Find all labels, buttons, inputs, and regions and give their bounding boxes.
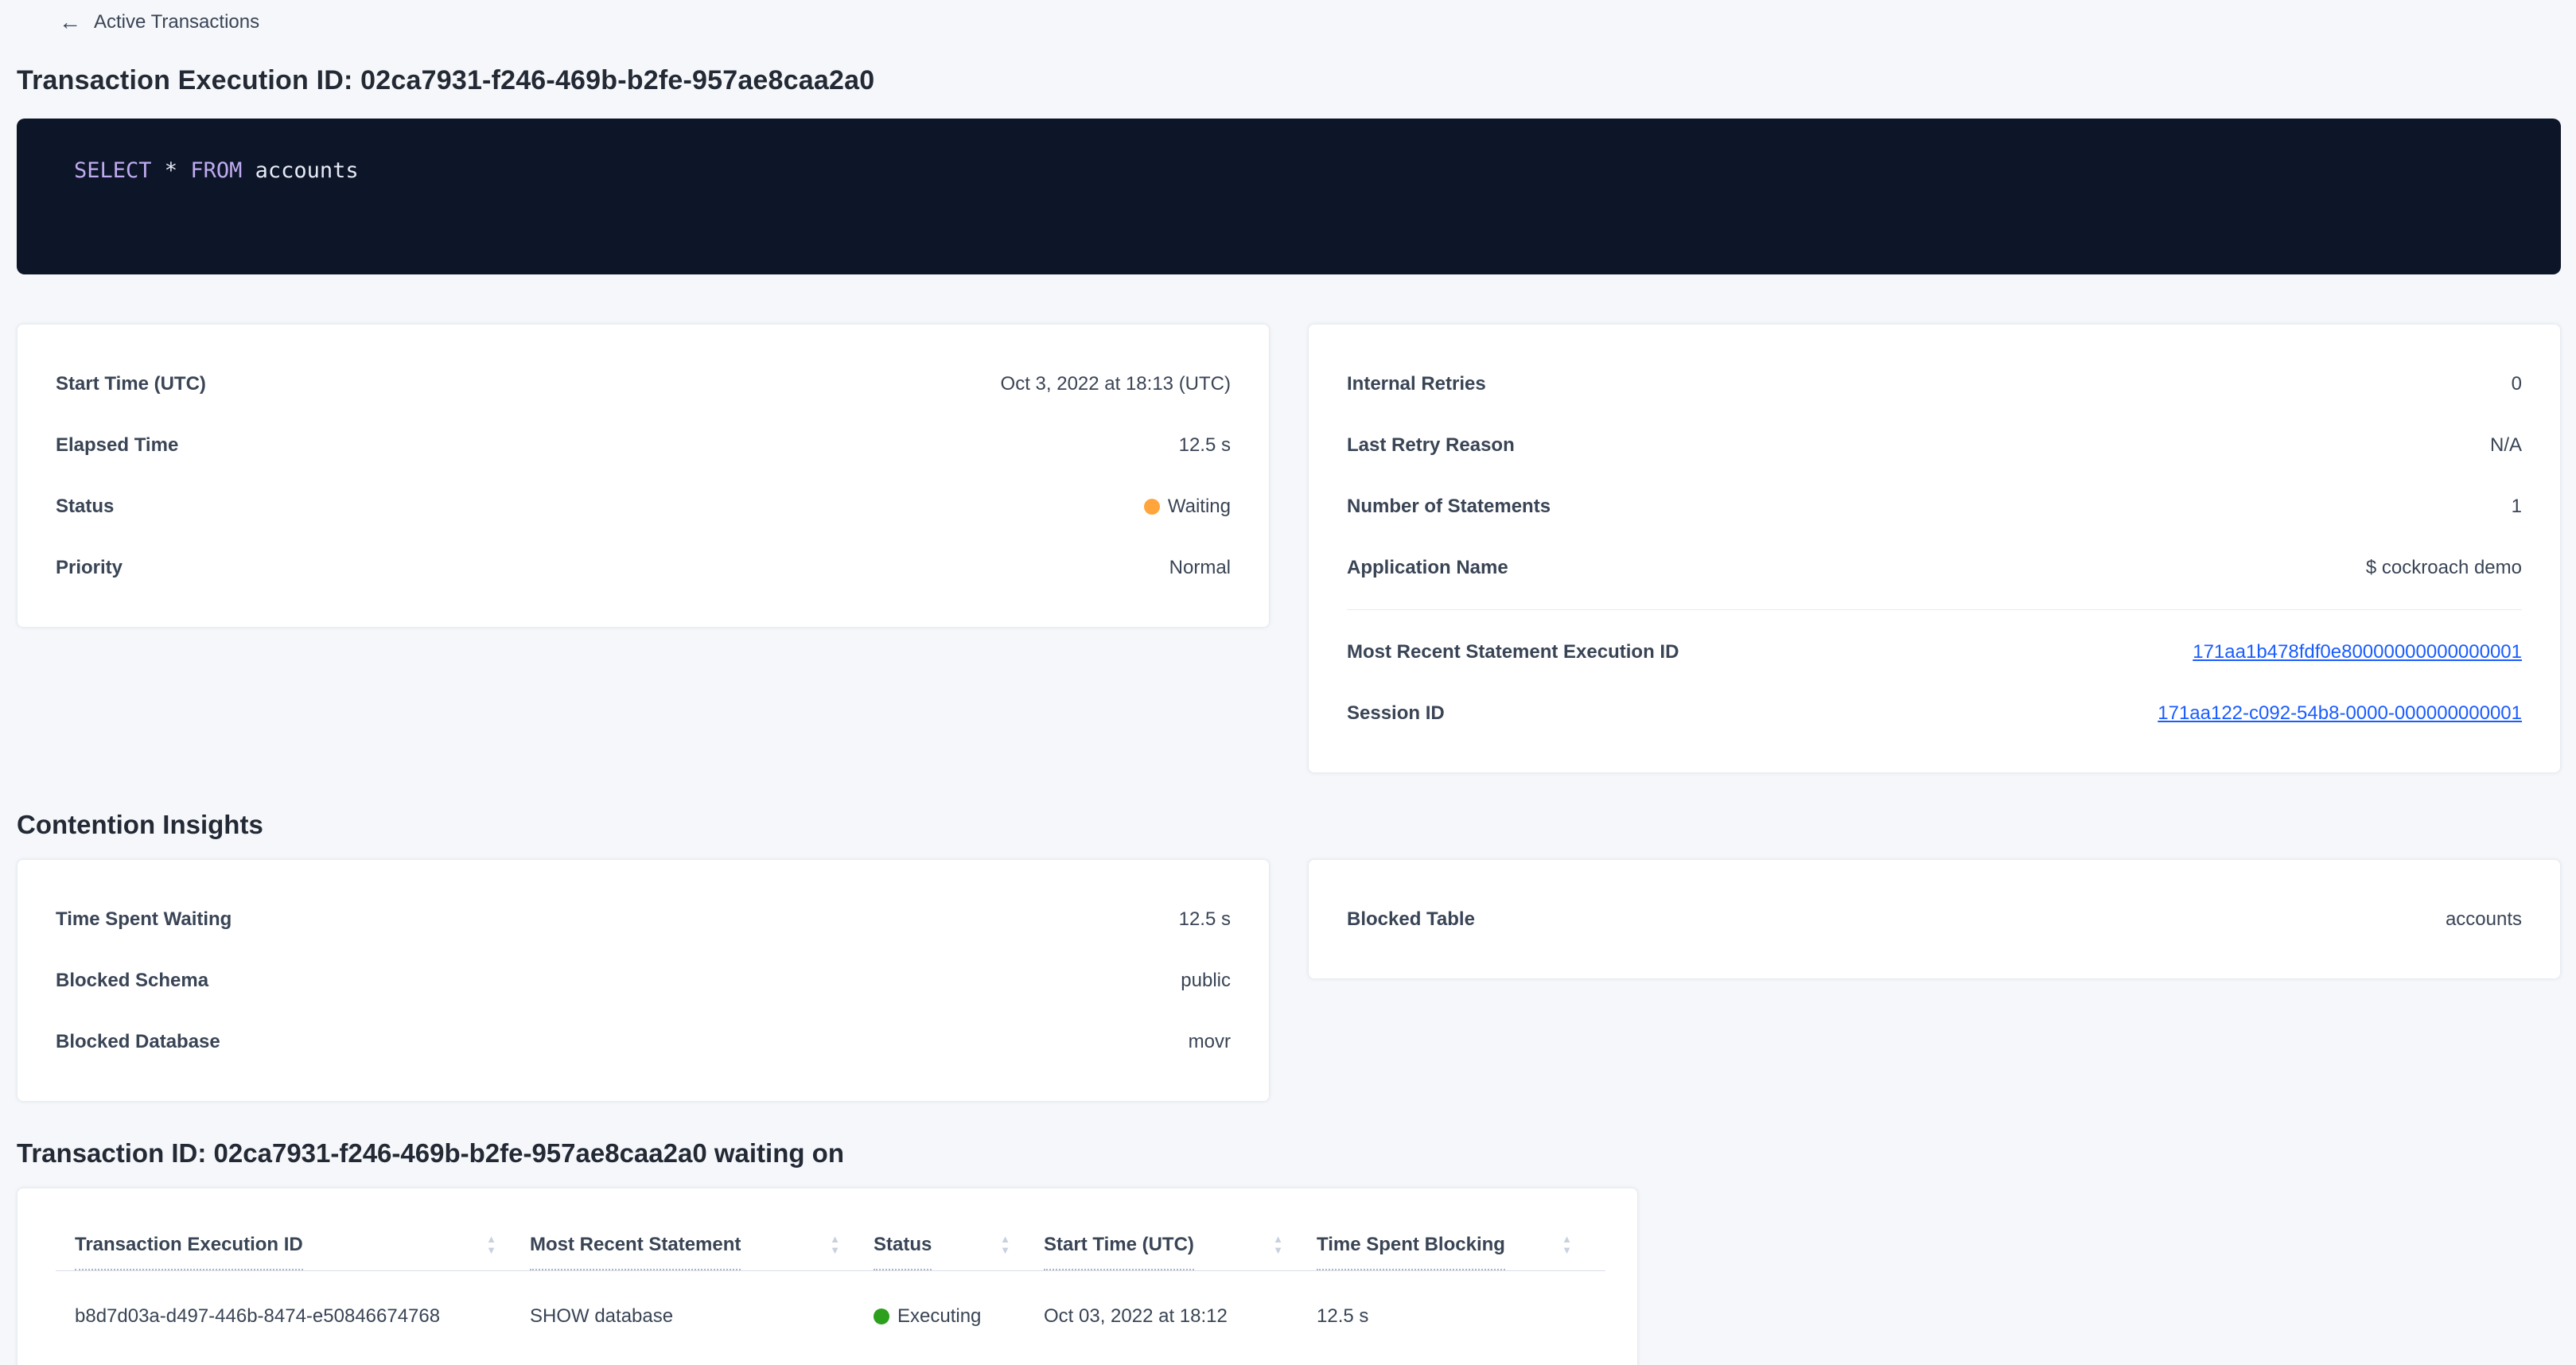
waiting-on-table-card: Transaction Execution ID ▲▼ Most Recent … bbox=[17, 1188, 1638, 1365]
column-header-start-time[interactable]: Start Time (UTC) ▲▼ bbox=[1044, 1233, 1317, 1270]
blocked-table-card: Blocked Table accounts bbox=[1308, 859, 2561, 979]
statement-execution-id-label: Most Recent Statement Execution ID bbox=[1347, 640, 1679, 663]
status-text: Waiting bbox=[1168, 495, 1231, 518]
waiting-on-table-row: b8d7d03a-d497-446b-8474-e50846674768 SHO… bbox=[56, 1271, 1605, 1365]
sort-icon[interactable]: ▲▼ bbox=[1273, 1235, 1283, 1254]
time-spent-waiting-value: 12.5 s bbox=[1179, 908, 1231, 931]
blocked-database-label: Blocked Database bbox=[56, 1030, 220, 1053]
sort-icon[interactable]: ▲▼ bbox=[830, 1235, 840, 1254]
elapsed-time-row: Elapsed Time 12.5 s bbox=[56, 414, 1231, 476]
status-label: Status bbox=[56, 495, 114, 518]
blocked-table-value: accounts bbox=[2446, 908, 2522, 931]
cell-status: Executing bbox=[874, 1271, 1044, 1365]
back-arrow-icon: ← bbox=[59, 13, 81, 32]
blocked-database-row: Blocked Database movr bbox=[56, 1011, 1231, 1072]
session-id-label: Session ID bbox=[1347, 702, 1445, 725]
sort-icon[interactable]: ▲▼ bbox=[1562, 1235, 1572, 1254]
sql-statement-box: SELECT * FROM accounts bbox=[17, 119, 2561, 274]
internal-retries-label: Internal Retries bbox=[1347, 372, 1486, 395]
elapsed-time-label: Elapsed Time bbox=[56, 434, 178, 457]
time-spent-waiting-row: Time Spent Waiting 12.5 s bbox=[56, 889, 1231, 950]
transaction-details-page: ← Active Transactions Transaction Execut… bbox=[0, 0, 2576, 1365]
sql-table-name: accounts bbox=[242, 158, 358, 183]
last-retry-reason-row: Last Retry Reason N/A bbox=[1347, 414, 2522, 476]
blocked-database-value: movr bbox=[1189, 1030, 1231, 1053]
blocked-schema-row: Blocked Schema public bbox=[56, 950, 1231, 1011]
priority-row: Priority Normal bbox=[56, 537, 1231, 598]
contention-waiting-card: Time Spent Waiting 12.5 s Blocked Schema… bbox=[17, 859, 1270, 1102]
priority-value: Normal bbox=[1169, 556, 1231, 579]
last-retry-reason-value: N/A bbox=[2490, 434, 2522, 457]
sort-icon[interactable]: ▲▼ bbox=[1000, 1235, 1010, 1254]
time-spent-waiting-label: Time Spent Waiting bbox=[56, 908, 232, 931]
blocked-schema-value: public bbox=[1181, 969, 1231, 992]
cell-transaction-execution-id: b8d7d03a-d497-446b-8474-e50846674768 bbox=[56, 1271, 530, 1365]
statement-execution-id-link[interactable]: 171aa1b478fdf0e80000000000000001 bbox=[2193, 640, 2522, 663]
column-header-time-spent-blocking[interactable]: Time Spent Blocking ▲▼ bbox=[1317, 1233, 1605, 1270]
executing-status-dot-icon bbox=[874, 1309, 889, 1324]
contention-cards-row: Time Spent Waiting 12.5 s Blocked Schema… bbox=[17, 859, 2561, 1102]
waiting-status-dot-icon bbox=[1144, 499, 1160, 515]
number-of-statements-label: Number of Statements bbox=[1347, 495, 1551, 518]
cell-start-time: Oct 03, 2022 at 18:12 bbox=[1044, 1271, 1317, 1365]
cell-status-text: Executing bbox=[897, 1305, 981, 1328]
overview-card: Start Time (UTC) Oct 3, 2022 at 18:13 (U… bbox=[17, 324, 1270, 628]
breadcrumb-label: Active Transactions bbox=[94, 11, 259, 33]
cell-most-recent-statement: SHOW database bbox=[530, 1271, 874, 1365]
waiting-on-heading: Transaction ID: 02ca7931-f246-469b-b2fe-… bbox=[17, 1138, 2561, 1169]
summary-cards-row: Start Time (UTC) Oct 3, 2022 at 18:13 (U… bbox=[17, 324, 2561, 773]
application-name-row: Application Name $ cockroach demo bbox=[1347, 537, 2522, 598]
sql-keyword-select: SELECT bbox=[74, 158, 152, 183]
internal-retries-value: 0 bbox=[2512, 372, 2522, 395]
details-card: Internal Retries 0 Last Retry Reason N/A… bbox=[1308, 324, 2561, 773]
contention-insights-heading: Contention Insights bbox=[17, 810, 2561, 840]
start-time-label: Start Time (UTC) bbox=[56, 372, 206, 395]
card-divider bbox=[1347, 609, 2522, 610]
waiting-on-table-header: Transaction Execution ID ▲▼ Most Recent … bbox=[56, 1215, 1605, 1271]
breadcrumb-back-active-transactions[interactable]: ← Active Transactions bbox=[59, 11, 259, 33]
priority-label: Priority bbox=[56, 556, 123, 579]
sql-keyword-from: FROM bbox=[190, 158, 242, 183]
number-of-statements-row: Number of Statements 1 bbox=[1347, 476, 2522, 537]
cell-time-spent-blocking: 12.5 s bbox=[1317, 1271, 1605, 1365]
sort-icon[interactable]: ▲▼ bbox=[486, 1235, 496, 1254]
elapsed-time-value: 12.5 s bbox=[1179, 434, 1231, 457]
sql-statement: SELECT * FROM accounts bbox=[74, 158, 2504, 183]
status-row: Status Waiting bbox=[56, 476, 1231, 537]
start-time-row: Start Time (UTC) Oct 3, 2022 at 18:13 (U… bbox=[56, 353, 1231, 414]
application-name-value: $ cockroach demo bbox=[2366, 556, 2522, 579]
start-time-value: Oct 3, 2022 at 18:13 (UTC) bbox=[1001, 372, 1231, 395]
blocked-table-row: Blocked Table accounts bbox=[1347, 889, 2522, 950]
internal-retries-row: Internal Retries 0 bbox=[1347, 353, 2522, 414]
blocked-table-label: Blocked Table bbox=[1347, 908, 1475, 931]
statement-execution-id-row: Most Recent Statement Execution ID 171aa… bbox=[1347, 621, 2522, 682]
number-of-statements-value: 1 bbox=[2512, 495, 2522, 518]
page-title: Transaction Execution ID: 02ca7931-f246-… bbox=[17, 65, 2561, 96]
session-id-row: Session ID 171aa122-c092-54b8-0000-00000… bbox=[1347, 682, 2522, 744]
session-id-link[interactable]: 171aa122-c092-54b8-0000-000000000001 bbox=[2158, 702, 2522, 725]
column-header-most-recent-statement[interactable]: Most Recent Statement ▲▼ bbox=[530, 1233, 874, 1270]
status-value: Waiting bbox=[1144, 495, 1231, 518]
application-name-label: Application Name bbox=[1347, 556, 1508, 579]
sql-operator: * bbox=[152, 158, 191, 183]
blocked-schema-label: Blocked Schema bbox=[56, 969, 208, 992]
last-retry-reason-label: Last Retry Reason bbox=[1347, 434, 1515, 457]
column-header-transaction-execution-id[interactable]: Transaction Execution ID ▲▼ bbox=[56, 1233, 530, 1270]
column-header-status[interactable]: Status ▲▼ bbox=[874, 1233, 1044, 1270]
